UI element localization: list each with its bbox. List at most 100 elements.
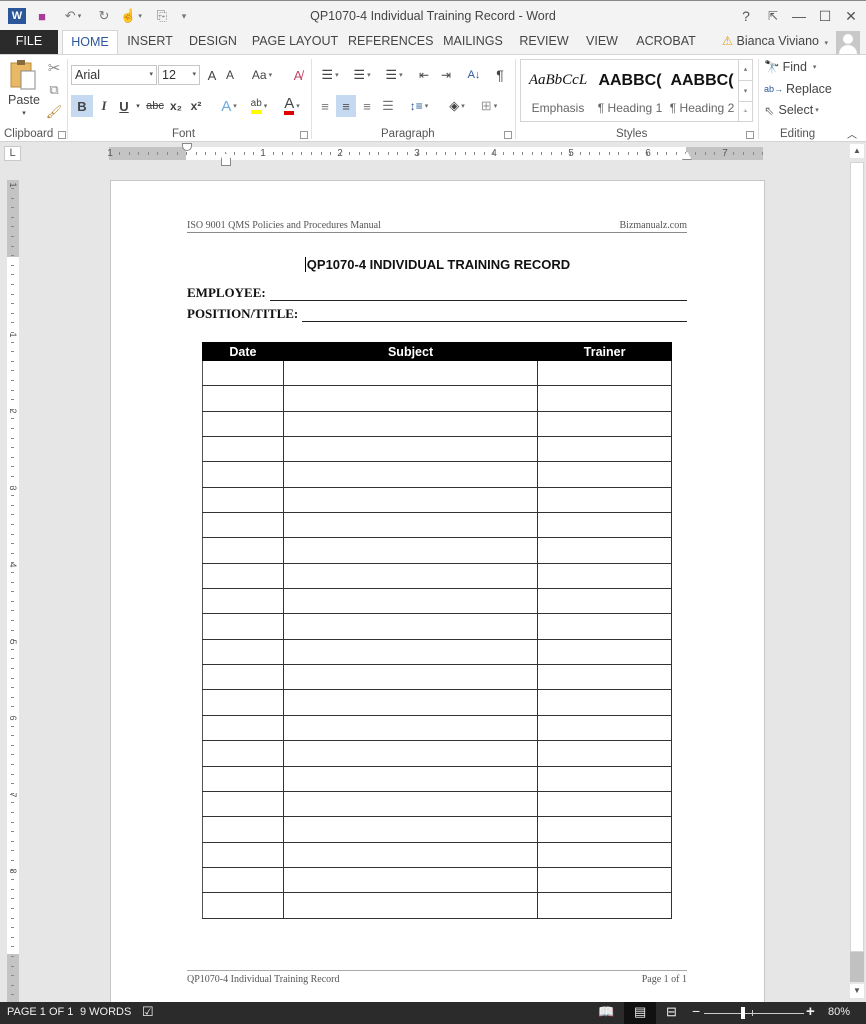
cell-trainer[interactable]	[537, 385, 672, 412]
cell-subject[interactable]	[282, 562, 539, 590]
cell-date[interactable]	[202, 512, 284, 539]
word-count[interactable]: 9 WORDS	[80, 1006, 131, 1018]
redo-icon[interactable]: ↻	[96, 8, 112, 24]
zoom-slider-track[interactable]	[704, 1013, 804, 1014]
cell-date[interactable]	[202, 765, 284, 792]
cell-subject[interactable]	[282, 740, 539, 767]
tab-review[interactable]: REVIEW	[516, 30, 572, 54]
tab-mailings[interactable]: MAILINGS	[440, 30, 506, 54]
cell-trainer[interactable]	[537, 841, 672, 868]
close-button[interactable]: ✕	[838, 5, 864, 27]
paste-button[interactable]	[8, 59, 40, 91]
font-launcher-icon[interactable]	[300, 131, 308, 139]
document-title[interactable]: QP1070-4 INDIVIDUAL TRAINING RECORD	[111, 257, 764, 272]
customize-qat-icon[interactable]: ▾	[178, 8, 190, 24]
cell-trainer[interactable]	[537, 486, 672, 514]
cell-date[interactable]	[202, 638, 284, 666]
font-size-combo[interactable]: 12 ▾	[158, 65, 200, 85]
scroll-down-icon[interactable]: ▼	[850, 984, 864, 998]
tab-page-layout[interactable]: PAGE LAYOUT	[250, 30, 340, 54]
document-page[interactable]: ISO 9001 QMS Policies and Procedures Man…	[111, 181, 764, 1021]
tab-references[interactable]: REFERENCES	[348, 30, 433, 54]
collapse-ribbon-icon[interactable]: ︿	[844, 126, 860, 141]
superscript-button[interactable]: x²	[187, 95, 205, 117]
align-center-icon[interactable]: ≡	[336, 95, 356, 117]
proofing-icon[interactable]: ☑	[142, 1004, 154, 1020]
cell-subject[interactable]	[282, 638, 539, 666]
multilevel-list-button[interactable]: ☰ ▾	[379, 65, 409, 85]
cell-trainer[interactable]	[537, 410, 672, 438]
employee-field[interactable]: EMPLOYEE:	[187, 285, 687, 301]
tab-acrobat[interactable]: ACROBAT	[632, 30, 700, 54]
cell-subject[interactable]	[282, 359, 539, 387]
cell-date[interactable]	[202, 537, 284, 564]
subscript-button[interactable]: x₂	[167, 95, 185, 117]
cell-subject[interactable]	[282, 664, 539, 691]
cell-trainer[interactable]	[537, 790, 672, 818]
increase-indent-icon[interactable]: ⇥	[436, 65, 456, 85]
user-account[interactable]: ⚠ Bianca Viviano ▾	[722, 30, 828, 54]
tab-selector[interactable]: L	[4, 146, 21, 161]
copy-icon[interactable]: ⧉	[46, 81, 62, 99]
align-right-icon[interactable]: ≡	[357, 95, 377, 117]
tab-view[interactable]: VIEW	[582, 30, 622, 54]
cell-trainer[interactable]	[537, 537, 672, 564]
cell-trainer[interactable]	[537, 588, 672, 615]
vertical-scrollbar[interactable]: ▲ ▼	[848, 142, 866, 1002]
page-count[interactable]: PAGE 1 OF 1	[7, 1006, 73, 1018]
print-layout-button[interactable]: ▤	[624, 1002, 656, 1024]
styles-more-icon[interactable]: ⩡	[738, 101, 752, 121]
cell-trainer[interactable]	[537, 461, 672, 488]
highlight-button[interactable]: ab ▾	[244, 95, 274, 117]
word-logo-icon[interactable]: W	[8, 8, 26, 24]
cell-date[interactable]	[202, 790, 284, 818]
help-button[interactable]: ?	[733, 5, 759, 27]
shading-button[interactable]: ◈ ▾	[442, 95, 472, 117]
sort-button[interactable]: A↓	[462, 65, 486, 85]
read-mode-icon[interactable]: 📖	[598, 1004, 614, 1020]
cell-trainer[interactable]	[537, 512, 672, 539]
clipboard-launcher-icon[interactable]	[58, 131, 66, 139]
underline-button[interactable]: U	[115, 95, 133, 117]
cell-trainer[interactable]	[537, 664, 672, 691]
cell-subject[interactable]	[282, 714, 539, 742]
cell-trainer[interactable]	[537, 689, 672, 716]
cell-subject[interactable]	[282, 841, 539, 868]
font-name-combo[interactable]: Arial ▾	[71, 65, 157, 85]
cell-date[interactable]	[202, 410, 284, 438]
cell-trainer[interactable]	[537, 740, 672, 767]
position-title-field[interactable]: POSITION/TITLE:	[187, 306, 687, 322]
maximize-button[interactable]: ☐	[812, 5, 838, 27]
cell-trainer[interactable]	[537, 866, 672, 894]
clear-formatting-icon[interactable]: A̸	[288, 65, 308, 85]
styles-launcher-icon[interactable]	[746, 131, 754, 139]
touch-mode-icon[interactable]: ☝ ▾	[118, 8, 144, 24]
tab-insert[interactable]: INSERT	[122, 30, 178, 54]
font-color-button[interactable]: A ▾	[278, 95, 306, 117]
style-heading-1[interactable]: AABBC( ¶ Heading 1	[595, 60, 665, 121]
cell-trainer[interactable]	[537, 436, 672, 463]
cell-trainer[interactable]	[537, 359, 672, 387]
cell-date[interactable]	[202, 613, 284, 640]
styles-scroll-down-icon[interactable]: ▾	[738, 80, 752, 101]
copy-icon[interactable]: ⎘	[153, 8, 171, 24]
cell-subject[interactable]	[282, 613, 539, 640]
grow-font-button[interactable]: A	[204, 65, 220, 85]
cell-subject[interactable]	[282, 385, 539, 412]
cell-date[interactable]	[202, 588, 284, 615]
paste-dropdown-icon[interactable]: ▾	[18, 108, 30, 118]
cell-subject[interactable]	[282, 410, 539, 438]
align-left-icon[interactable]: ≡	[315, 95, 335, 117]
show-formatting-button[interactable]: ¶	[490, 65, 510, 85]
web-layout-icon[interactable]: ⊟	[666, 1004, 677, 1020]
cell-date[interactable]	[202, 740, 284, 767]
cell-subject[interactable]	[282, 436, 539, 463]
tab-home[interactable]: HOME	[62, 30, 118, 55]
minimize-button[interactable]: —	[786, 5, 812, 27]
cell-subject[interactable]	[282, 689, 539, 716]
style-heading-2[interactable]: AABBC( ¶ Heading 2	[667, 60, 737, 121]
zoom-percent[interactable]: 80%	[828, 1006, 850, 1018]
cell-trainer[interactable]	[537, 638, 672, 666]
cell-date[interactable]	[202, 689, 284, 716]
cell-trainer[interactable]	[537, 765, 672, 792]
